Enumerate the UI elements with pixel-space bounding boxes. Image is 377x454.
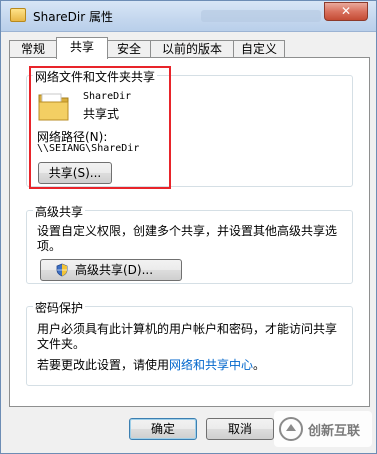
watermark-logo-icon — [279, 417, 303, 441]
tab-general[interactable]: 常规 — [9, 40, 57, 57]
window-title: ShareDir 属性 — [33, 10, 113, 24]
tab-customize[interactable]: 自定义 — [233, 40, 285, 57]
password-description-line-2: 文件夹。 — [37, 337, 86, 351]
advanced-sharing-button-label: 高级共享(D)... — [75, 263, 154, 277]
title-bar-blur — [201, 10, 321, 22]
group-label-password-protection: 密码保护 — [33, 299, 86, 316]
folder-name: ShareDir — [83, 91, 132, 102]
password-change-suffix: 。 — [253, 358, 266, 372]
ok-button[interactable]: 确定 — [129, 418, 197, 440]
share-button[interactable]: 共享(S)... — [38, 162, 112, 184]
properties-window: ShareDir 属性 ✕ 常规 共享 安全 以前的版本 自定义 网络文件和文件… — [0, 0, 377, 454]
shared-folder-icon — [38, 93, 69, 121]
cancel-button[interactable]: 取消 — [206, 418, 274, 440]
tab-security[interactable]: 安全 — [107, 40, 151, 57]
advanced-sharing-button[interactable]: 高级共享(D)... — [40, 259, 182, 281]
group-label-network-sharing: 网络文件和文件夹共享 — [33, 68, 158, 85]
close-button[interactable]: ✕ — [324, 2, 368, 21]
advanced-description-line-2: 项。 — [37, 239, 62, 253]
password-change-text: 若要更改此设置，请使用网络和共享中心。 — [37, 356, 265, 373]
password-change-prefix: 若要更改此设置，请使用 — [37, 358, 170, 372]
watermark-text: 创新互联 — [308, 424, 361, 439]
tab-previous-versions[interactable]: 以前的版本 — [150, 40, 234, 57]
advanced-description-line-1: 设置自定义权限，创建多个共享，并设置其他高级共享选 — [37, 224, 338, 238]
sharing-panel: 网络文件和文件夹共享 ShareDir 共享式 网络路径(N): \\SEIAN… — [9, 57, 370, 407]
watermark: 创新互联 — [274, 411, 372, 447]
network-sharing-center-link[interactable]: 网络和共享中心 — [169, 358, 253, 372]
uac-shield-icon — [56, 263, 68, 277]
folder-icon — [10, 8, 26, 22]
folder-share-state: 共享式 — [83, 107, 120, 121]
tab-sharing[interactable]: 共享 — [56, 37, 108, 59]
network-path-value: \\SEIANG\ShareDir — [37, 143, 140, 154]
group-label-advanced-sharing: 高级共享 — [33, 203, 86, 220]
title-bar[interactable]: ShareDir 属性 ✕ — [1, 1, 376, 32]
